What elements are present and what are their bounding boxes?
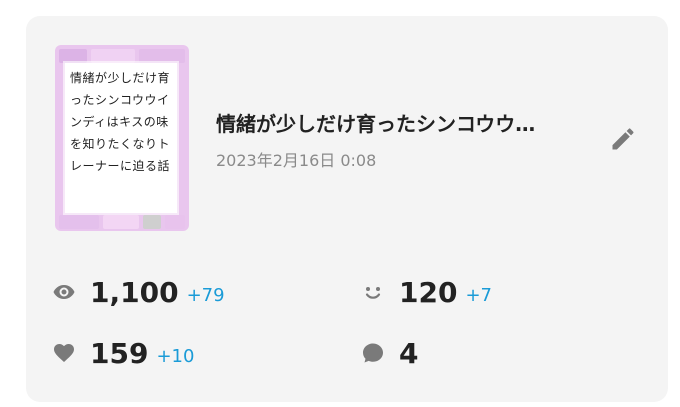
- views-stat: 1,100 +79: [52, 272, 225, 312]
- work-thumbnail[interactable]: 情緒が少しだけ育ったシンコウウインディはキスの味を知りたくなりトレーナーに迫る話: [55, 45, 189, 231]
- comment-icon: [361, 341, 385, 365]
- smile-icon: [361, 280, 385, 304]
- comments-count: 4: [399, 336, 419, 370]
- work-title[interactable]: 情緒が少しだけ育ったシンコウウ…: [216, 108, 576, 137]
- heart-icon: [52, 341, 76, 365]
- work-stats-card: 情緒が少しだけ育ったシンコウウインディはキスの味を知りたくなりトレーナーに迫る話…: [26, 16, 668, 402]
- thumbnail-tile: [103, 215, 139, 229]
- thumbnail-tile: [91, 49, 135, 63]
- pencil-icon: [612, 128, 634, 150]
- thumbnail-tile: [59, 49, 87, 63]
- views-count: 1,100: [90, 275, 179, 309]
- thumbnail-tile: [143, 215, 161, 229]
- views-delta: +79: [186, 284, 225, 306]
- eye-icon: [52, 280, 76, 304]
- thumbnail-text: 情緒が少しだけ育ったシンコウウインディはキスの味を知りたくなりトレーナーに迫る話: [70, 71, 171, 173]
- work-date: 2023年2月16日 0:08: [216, 151, 377, 170]
- reactions-stat: 120 +7: [361, 272, 492, 312]
- likes-count: 159: [90, 336, 149, 370]
- comments-stat: 4: [361, 333, 418, 373]
- thumbnail-tile: [165, 215, 185, 229]
- edit-button[interactable]: [606, 122, 640, 156]
- thumbnail-tile: [139, 49, 185, 63]
- reactions-delta: +7: [465, 284, 492, 306]
- reactions-count: 120: [399, 275, 458, 309]
- likes-stat: 159 +10: [52, 333, 194, 373]
- likes-delta: +10: [156, 345, 195, 367]
- thumbnail-tile: [59, 215, 99, 229]
